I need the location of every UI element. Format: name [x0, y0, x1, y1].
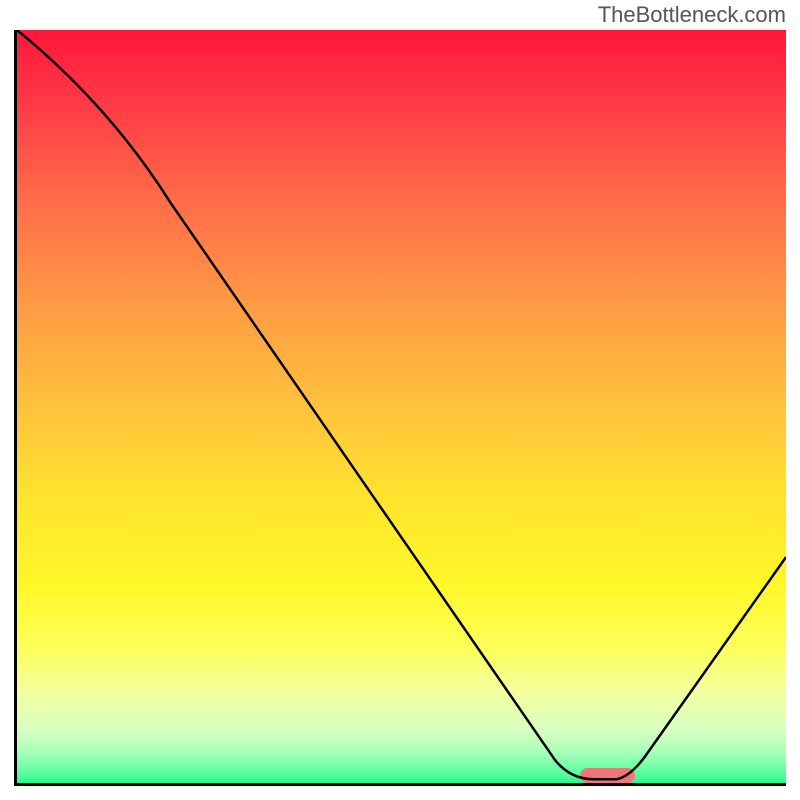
watermark-text: TheBottleneck.com: [598, 2, 786, 28]
bottleneck-curve: [17, 30, 786, 783]
chart-plot-area: [14, 30, 786, 786]
